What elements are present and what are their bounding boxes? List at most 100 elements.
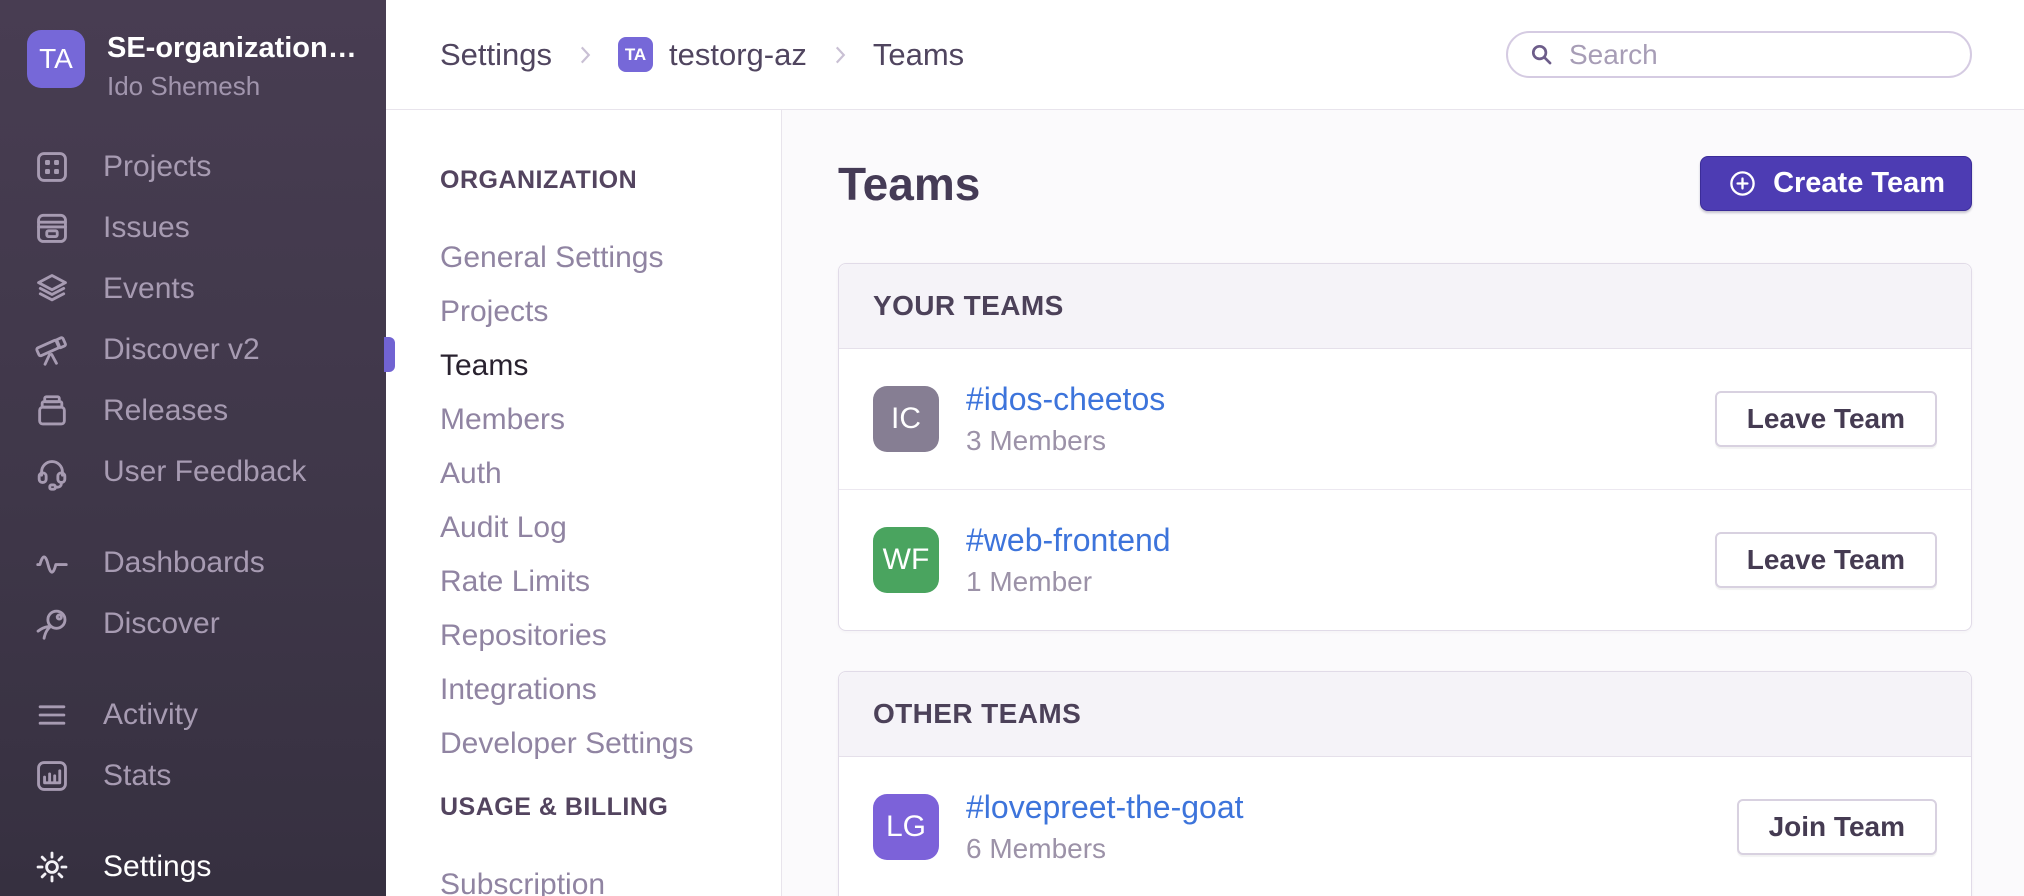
plus-circle-icon <box>1727 168 1758 199</box>
app-window: TA SE-organization… Ido Shemesh Projects <box>0 0 2024 896</box>
page-header: Teams Create Team <box>838 156 1972 211</box>
sidebar-item-stats[interactable]: Stats <box>0 745 386 806</box>
org-badge: TA <box>618 37 653 72</box>
team-member-count: 1 Member <box>966 566 1171 598</box>
sidebar-item-user-feedback[interactable]: User Feedback <box>0 441 386 502</box>
gear-icon <box>33 848 71 886</box>
settings-nav-subscription[interactable]: Subscription <box>440 858 781 896</box>
sidebar-item-events[interactable]: Events <box>0 258 386 319</box>
sidebar-item-discover-v2[interactable]: Discover v2 <box>0 319 386 380</box>
sidebar-group-analytics: Dashboards Discover <box>0 532 386 654</box>
settings-nav-items: General Settings Projects Teams Members … <box>440 231 781 771</box>
join-team-button[interactable]: Join Team <box>1737 799 1937 855</box>
team-info: #lovepreet-the-goat 6 Members <box>966 789 1244 865</box>
headset-icon <box>33 453 71 491</box>
user-name: Ido Shemesh <box>107 71 357 102</box>
create-team-button[interactable]: Create Team <box>1700 156 1972 211</box>
settings-nav-items: Subscription <box>440 858 781 896</box>
search-input[interactable] <box>1569 39 1950 71</box>
settings-nav-auth[interactable]: Auth <box>440 447 781 501</box>
settings-nav-repositories[interactable]: Repositories <box>440 609 781 663</box>
rocket-icon <box>33 605 71 643</box>
leave-team-button[interactable]: Leave Team <box>1715 391 1937 447</box>
team-link[interactable]: #idos-cheetos <box>966 381 1165 418</box>
pulse-icon <box>33 544 71 582</box>
org-meta: SE-organization… Ido Shemesh <box>107 30 357 102</box>
org-switcher[interactable]: TA SE-organization… Ido Shemesh <box>0 0 386 102</box>
team-row: WF #web-frontend 1 Member Leave Team <box>839 490 1971 630</box>
sidebar-item-settings[interactable]: Settings <box>0 836 386 896</box>
page-title: Teams <box>838 157 980 211</box>
sidebar-item-label: Projects <box>103 150 211 184</box>
sidebar-item-label: Releases <box>103 394 228 428</box>
sidebar-item-label: Settings <box>103 850 211 884</box>
team-link[interactable]: #lovepreet-the-goat <box>966 789 1244 826</box>
team-info: #web-frontend 1 Member <box>966 522 1171 598</box>
team-info: #idos-cheetos 3 Members <box>966 381 1165 457</box>
sidebar-item-discover[interactable]: Discover <box>0 593 386 654</box>
breadcrumb: Settings TA testorg-az Teams <box>440 37 964 73</box>
sidebar-item-label: User Feedback <box>103 455 306 489</box>
team-link[interactable]: #web-frontend <box>966 522 1171 559</box>
team-avatar: WF <box>873 527 939 593</box>
your-teams-panel: YOUR TEAMS IC #idos-cheetos 3 Members Le… <box>838 263 1972 631</box>
sidebar-group-main: Projects Issues Events <box>0 136 386 502</box>
breadcrumb-settings[interactable]: Settings <box>440 37 552 73</box>
chevron-right-icon <box>827 42 853 68</box>
org-name: SE-organization… <box>107 32 357 65</box>
settings-nav-rate-limits[interactable]: Rate Limits <box>440 555 781 609</box>
search-icon <box>1528 41 1555 68</box>
sidebar-item-projects[interactable]: Projects <box>0 136 386 197</box>
team-avatar: LG <box>873 794 939 860</box>
top-header: Settings TA testorg-az Teams <box>386 0 2024 110</box>
team-member-count: 6 Members <box>966 833 1244 865</box>
bar-chart-icon <box>33 757 71 795</box>
sidebar-item-label: Issues <box>103 211 190 245</box>
breadcrumb-teams[interactable]: Teams <box>873 37 964 73</box>
sidebar-item-issues[interactable]: Issues <box>0 197 386 258</box>
settings-nav-general-settings[interactable]: General Settings <box>440 231 781 285</box>
grid-icon <box>33 148 71 186</box>
panel-title: OTHER TEAMS <box>839 672 1971 757</box>
sidebar-item-label: Dashboards <box>103 546 265 580</box>
settings-nav-developer-settings[interactable]: Developer Settings <box>440 717 781 771</box>
telescope-icon <box>33 331 71 369</box>
sidebar-item-label: Stats <box>103 759 171 793</box>
other-teams-panel: OTHER TEAMS LG #lovepreet-the-goat 6 Mem… <box>838 671 1972 896</box>
archive-icon <box>33 392 71 430</box>
breadcrumb-org[interactable]: TA testorg-az <box>618 37 807 73</box>
search-box[interactable] <box>1506 31 1972 78</box>
main-column: Settings TA testorg-az Teams ORGANIZATIO… <box>386 0 2024 896</box>
menu-lines-icon <box>33 696 71 734</box>
settings-nav-projects[interactable]: Projects <box>440 285 781 339</box>
sidebar-item-label: Discover <box>103 607 220 641</box>
sidebar-item-dashboards[interactable]: Dashboards <box>0 532 386 593</box>
settings-nav-members[interactable]: Members <box>440 393 781 447</box>
settings-nav-section-title: ORGANIZATION <box>440 166 781 195</box>
org-avatar: TA <box>27 30 85 88</box>
breadcrumb-org-label: testorg-az <box>669 37 807 73</box>
primary-sidebar: TA SE-organization… Ido Shemesh Projects <box>0 0 386 896</box>
settings-nav-teams[interactable]: Teams <box>440 339 781 393</box>
leave-team-button[interactable]: Leave Team <box>1715 532 1937 588</box>
sidebar-item-activity[interactable]: Activity <box>0 684 386 745</box>
issues-box-icon <box>33 209 71 247</box>
team-member-count: 3 Members <box>966 425 1165 457</box>
teams-page: Teams Create Team YOUR TEAMS IC #idos <box>782 110 2024 896</box>
settings-nav-audit-log[interactable]: Audit Log <box>440 501 781 555</box>
sidebar-nav: Projects Issues Events <box>0 136 386 836</box>
team-avatar: IC <box>873 386 939 452</box>
sidebar-group-activity: Activity Stats <box>0 684 386 806</box>
settings-nav-section-title: USAGE & BILLING <box>440 793 781 822</box>
sidebar-item-label: Activity <box>103 698 198 732</box>
panel-title: YOUR TEAMS <box>839 264 1971 349</box>
create-team-label: Create Team <box>1773 167 1945 200</box>
sidebar-footer: Settings <box>0 836 386 896</box>
chevron-right-icon <box>572 42 598 68</box>
settings-nav-integrations[interactable]: Integrations <box>440 663 781 717</box>
sidebar-active-indicator <box>384 337 395 372</box>
settings-nav: ORGANIZATION General Settings Projects T… <box>386 110 782 896</box>
sidebar-item-releases[interactable]: Releases <box>0 380 386 441</box>
sidebar-item-label: Discover v2 <box>103 333 260 367</box>
sidebar-item-label: Events <box>103 272 195 306</box>
